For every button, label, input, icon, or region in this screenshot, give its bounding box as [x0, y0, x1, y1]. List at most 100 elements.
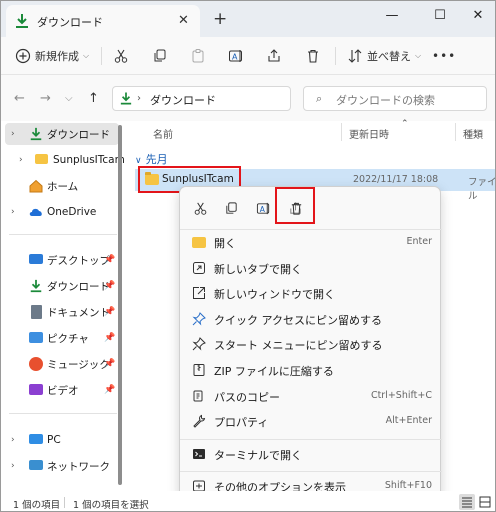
- address-row: ← → ⌵ ↑ › ダウンロード ↻ ⌕ ダウンロードの検索: [1, 75, 495, 121]
- file-date: 2022/11/17 18:08: [353, 174, 439, 185]
- recent-chevron-icon[interactable]: ⌵: [65, 93, 73, 104]
- sidebar-item-pictures[interactable]: ピクチャ 📌: [5, 327, 119, 349]
- sidebar-item-label: OneDrive: [47, 206, 97, 218]
- column-divider[interactable]: [455, 123, 456, 141]
- sidebar-item-desktop[interactable]: デスクトップ 📌: [5, 249, 119, 271]
- sidebar-item-onedrive[interactable]: › OneDrive: [5, 201, 119, 223]
- trash-icon: [308, 49, 318, 63]
- download-icon: [30, 127, 42, 141]
- sidebar-item-label: SunplusITcam: [53, 154, 125, 166]
- download-icon: [16, 14, 28, 28]
- sidebar-item-label: ミュージック: [47, 358, 110, 371]
- copy-button[interactable]: [152, 45, 168, 67]
- paste-button[interactable]: [190, 45, 206, 67]
- sidebar-item-label: PC: [47, 434, 61, 446]
- back-arrow-icon[interactable]: ←: [14, 91, 25, 106]
- sidebar-item-pc[interactable]: › PC: [5, 429, 119, 451]
- pin-icon[interactable]: 📌: [104, 385, 115, 395]
- sidebar-item-downloads-pinned[interactable]: ダウンロード 📌: [5, 275, 119, 297]
- sidebar-item-label: ホーム: [47, 180, 79, 193]
- pin-icon[interactable]: 📌: [104, 307, 115, 317]
- menu-item-open-new-window[interactable]: 新しいウィンドウで開く: [184, 281, 438, 306]
- sidebar-item-network[interactable]: › ネットワーク: [5, 455, 119, 477]
- column-header-type[interactable]: 種類: [463, 126, 483, 141]
- pictures-icon: [29, 332, 43, 343]
- pin-icon[interactable]: 📌: [104, 255, 115, 265]
- chevron-down-icon: ⌵: [415, 51, 422, 60]
- menu-item-label: プロパティ: [214, 416, 269, 429]
- pin-icon[interactable]: 📌: [104, 333, 115, 343]
- rename-button[interactable]: A: [228, 45, 244, 67]
- sidebar-item-label: ピクチャ: [47, 332, 89, 345]
- tiles-view-icon[interactable]: [477, 494, 493, 510]
- share-button[interactable]: [266, 45, 282, 67]
- up-arrow-icon[interactable]: ↑: [88, 91, 99, 106]
- menu-item-open-new-tab[interactable]: 新しいタブで開く: [184, 256, 438, 281]
- explorer-window: ダウンロード ✕ + — ☐ ✕ 新規作成 ⌵ A 並べ替え ⌵ ••• ← →…: [0, 0, 496, 512]
- menu-item-copy-path[interactable]: パスのコピー Ctrl+Shift+C: [184, 384, 438, 409]
- menu-item-label: パスのコピー: [214, 391, 280, 404]
- pin-icon: [192, 337, 206, 351]
- expand-chevron-icon[interactable]: ›: [11, 435, 15, 445]
- cut-button[interactable]: [113, 45, 129, 67]
- forward-arrow-icon[interactable]: →: [40, 91, 51, 106]
- menu-item-label: ターミナルで開く: [214, 449, 302, 462]
- sidebar-item-sunplusitcam[interactable]: › SunplusITcam: [5, 149, 125, 171]
- expand-chevron-icon[interactable]: ›: [11, 461, 15, 471]
- menu-item-shortcut: Ctrl+Shift+C: [370, 390, 432, 401]
- status-count: 1 個の項目: [13, 500, 61, 511]
- sidebar-item-videos[interactable]: ビデオ 📌: [5, 379, 119, 401]
- pin-icon[interactable]: 📌: [104, 359, 115, 369]
- menu-divider: [180, 471, 442, 472]
- search-input[interactable]: ⌕ ダウンロードの検索: [303, 86, 487, 111]
- close-button[interactable]: ✕: [463, 5, 493, 27]
- desktop-icon: [29, 254, 43, 264]
- delete-button[interactable]: [305, 45, 321, 67]
- ctx-cut-button[interactable]: [189, 197, 211, 219]
- menu-item-open[interactable]: 開く Enter: [184, 230, 438, 255]
- new-button[interactable]: 新規作成 ⌵: [15, 45, 89, 67]
- home-icon: [29, 179, 43, 193]
- address-bar[interactable]: › ダウンロード ↻: [112, 86, 392, 111]
- menu-item-properties[interactable]: プロパティ Alt+Enter: [184, 409, 438, 434]
- sidebar-item-label: ドキュメント: [47, 306, 110, 319]
- expand-chevron-icon[interactable]: ›: [19, 155, 23, 165]
- ctx-copy-button[interactable]: [220, 197, 242, 219]
- minimize-button[interactable]: —: [377, 5, 407, 27]
- menu-item-pin-quick-access[interactable]: クイック アクセスにピン留めする: [184, 307, 438, 332]
- sidebar-divider: [9, 234, 117, 235]
- more-options-button[interactable]: •••: [432, 45, 456, 67]
- expand-chevron-icon[interactable]: ›: [11, 207, 15, 217]
- column-header-name[interactable]: 名前: [153, 126, 173, 141]
- menu-item-pin-start[interactable]: スタート メニューにピン留めする: [184, 332, 438, 357]
- new-tab-button[interactable]: +: [213, 9, 227, 29]
- sidebar-item-downloads[interactable]: › ダウンロード: [5, 123, 119, 145]
- maximize-button[interactable]: ☐: [425, 5, 455, 27]
- context-menu: A 開く Enter 新しいタブで開く 新しいウィンドウで開く クイック アクセ…: [179, 186, 442, 500]
- group-header[interactable]: ∨ 先月: [135, 151, 168, 167]
- tab-close-icon[interactable]: ✕: [178, 13, 189, 28]
- sidebar-item-home[interactable]: ホーム: [5, 175, 119, 197]
- search-icon: ⌕: [316, 92, 323, 105]
- scissors-icon: [194, 202, 206, 215]
- expand-chevron-icon[interactable]: ›: [11, 129, 15, 139]
- column-header-modified[interactable]: 更新日時: [349, 126, 389, 141]
- sidebar-item-music[interactable]: ミュージック 📌: [5, 353, 119, 375]
- sort-button[interactable]: 並べ替え ⌵: [347, 45, 421, 67]
- pin-icon[interactable]: 📌: [104, 281, 115, 291]
- tab-downloads[interactable]: ダウンロード ✕: [6, 5, 200, 37]
- search-placeholder: ダウンロードの検索: [336, 94, 435, 107]
- sidebar-scrollbar[interactable]: [118, 125, 122, 485]
- menu-item-open-terminal[interactable]: ターミナルで開く: [184, 442, 438, 467]
- new-window-icon: [193, 287, 205, 299]
- ctx-rename-button[interactable]: A: [252, 197, 274, 219]
- menu-item-compress-zip[interactable]: ZIP ファイルに圧縮する: [184, 358, 438, 383]
- column-divider[interactable]: [341, 123, 342, 141]
- status-divider: [64, 497, 65, 508]
- sidebar-item-documents[interactable]: ドキュメント 📌: [5, 301, 119, 323]
- status-bar: 1 個の項目 1 個の項目を選択: [1, 491, 495, 511]
- folder-icon: [145, 172, 159, 185]
- ctx-delete-button[interactable]: [285, 197, 307, 219]
- details-view-icon[interactable]: [459, 494, 475, 510]
- breadcrumb[interactable]: ダウンロード: [150, 92, 216, 108]
